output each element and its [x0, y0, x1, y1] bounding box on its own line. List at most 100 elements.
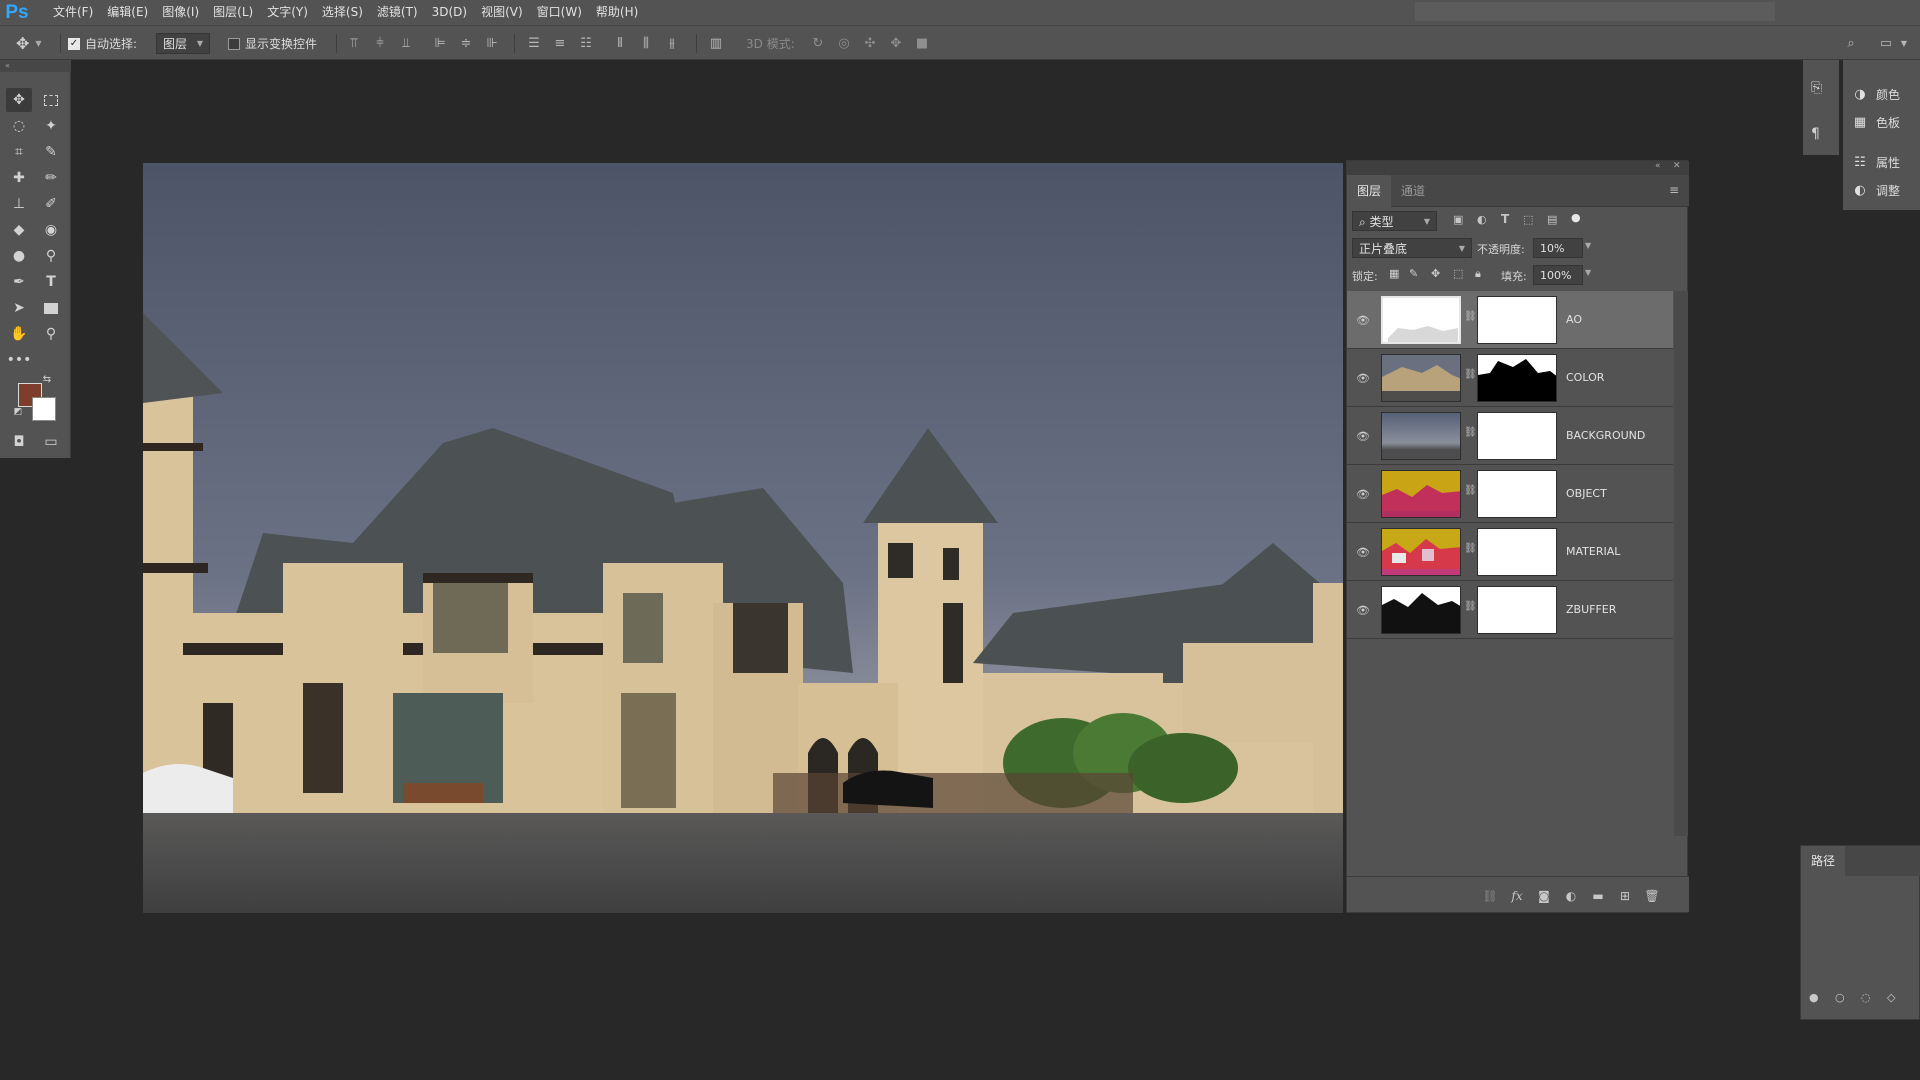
menu-view[interactable]: 视图(V): [474, 0, 530, 25]
rectangle-tool-icon[interactable]: [38, 296, 64, 320]
panel-collapse-bar[interactable]: «: [0, 60, 71, 72]
auto-select-checkbox[interactable]: ✓ 自动选择:: [68, 26, 137, 61]
menu-help[interactable]: 帮助(H): [589, 0, 645, 25]
tab-layers[interactable]: 图层: [1347, 175, 1392, 207]
fill-input[interactable]: 100%: [1533, 265, 1583, 285]
dodge-tool-icon[interactable]: ⚲: [38, 244, 64, 268]
align-vcenter-icon[interactable]: ⫩: [372, 35, 388, 51]
align-right-icon[interactable]: ⊪: [484, 35, 500, 51]
lock-all-icon[interactable]: 🔒︎: [1475, 267, 1481, 281]
layer-row-background[interactable]: 👁︎ ⛓︎ BACKGROUND: [1347, 407, 1673, 465]
lasso-tool-icon[interactable]: ◌: [6, 114, 32, 138]
align-top-icon[interactable]: ⫪: [346, 35, 362, 51]
eyedropper-tool-icon[interactable]: ✎: [38, 140, 64, 164]
fill-path-icon[interactable]: ●: [1809, 991, 1819, 1004]
load-selection-icon[interactable]: ◌: [1861, 991, 1871, 1004]
link-layers-icon[interactable]: ⛓︎: [1481, 887, 1499, 905]
close-icon[interactable]: ✕: [1673, 161, 1681, 171]
document-canvas[interactable]: [143, 163, 1343, 913]
chevron-down-icon[interactable]: ▼: [1585, 268, 1591, 277]
collapse-icon[interactable]: «: [1655, 161, 1661, 171]
lock-pixels-icon[interactable]: ✎: [1409, 267, 1418, 280]
lock-artboard-icon[interactable]: ⬚: [1453, 267, 1463, 280]
pan-3d-icon[interactable]: ✣: [862, 35, 878, 51]
chevron-down-icon[interactable]: ▼: [1896, 35, 1912, 51]
slide-3d-icon[interactable]: ✥: [888, 35, 904, 51]
adjustment-layer-icon[interactable]: ◐: [1562, 887, 1580, 905]
type-tool-icon[interactable]: T: [38, 270, 64, 294]
eye-icon[interactable]: 👁︎: [1354, 369, 1372, 387]
clone-stamp-tool-icon[interactable]: ⊥: [6, 192, 32, 216]
filter-kind-dropdown[interactable]: ⌕ 类型 ▼: [1352, 211, 1437, 231]
distribute-left-icon[interactable]: ⫴: [612, 35, 628, 51]
menu-edit[interactable]: 编辑(E): [100, 0, 155, 25]
auto-select-target-dropdown[interactable]: 图层 ▼: [156, 26, 210, 61]
lock-position-icon[interactable]: ✥: [1431, 267, 1440, 280]
link-icon[interactable]: ⛓︎: [1464, 311, 1477, 329]
path-selection-tool-icon[interactable]: ➤: [6, 296, 32, 320]
link-icon[interactable]: ⛓︎: [1464, 369, 1477, 387]
brush-tool-icon[interactable]: ✏: [38, 166, 64, 190]
distribute-right-icon[interactable]: ⫵: [664, 35, 680, 51]
pen-tool-icon[interactable]: ✒: [6, 270, 32, 294]
opacity-input[interactable]: 10%: [1533, 238, 1583, 258]
paint-bucket-tool-icon[interactable]: ◉: [38, 218, 64, 242]
dock-swatches-button[interactable]: ▦ 色板: [1849, 108, 1900, 136]
more-tools-icon[interactable]: •••: [6, 348, 32, 372]
adjustment-filter-icon[interactable]: ◐: [1477, 213, 1487, 226]
dock-properties-button[interactable]: ☷ 属性: [1849, 148, 1900, 176]
workspace-icon[interactable]: ▭: [1878, 35, 1894, 51]
move-tool-icon[interactable]: ✥: [6, 88, 32, 112]
menu-filter[interactable]: 滤镜(T): [370, 0, 425, 25]
dock-adjustments-button[interactable]: ◐ 调整: [1849, 176, 1900, 204]
search-icon[interactable]: ⌕: [1843, 35, 1859, 51]
menu-select[interactable]: 选择(S): [315, 0, 370, 25]
link-icon[interactable]: ⛓︎: [1464, 485, 1477, 503]
swap-colors-icon[interactable]: ⇆: [40, 372, 54, 386]
eye-icon[interactable]: 👁︎: [1354, 427, 1372, 445]
align-left-icon[interactable]: ⊫: [432, 35, 448, 51]
eye-icon[interactable]: 👁︎: [1354, 311, 1372, 329]
eraser-tool-icon[interactable]: ◆: [6, 218, 32, 242]
healing-brush-tool-icon[interactable]: ✚: [6, 166, 32, 190]
new-layer-icon[interactable]: ⊞: [1616, 887, 1634, 905]
layer-row-material[interactable]: 👁︎ ⛓︎ MATERIAL: [1347, 523, 1673, 581]
menu-file[interactable]: 文件(F): [46, 0, 100, 25]
screen-mode-icon[interactable]: ▭: [38, 430, 64, 454]
magic-wand-tool-icon[interactable]: ✦: [38, 114, 64, 138]
chevron-down-icon[interactable]: ▼: [1585, 241, 1591, 250]
smart-object-filter-icon[interactable]: ▤: [1547, 213, 1557, 226]
menu-window[interactable]: 窗口(W): [530, 0, 589, 25]
align-hcenter-icon[interactable]: ≑: [458, 35, 474, 51]
distribute-bottom-icon[interactable]: ☷: [578, 35, 594, 51]
rotate-3d-icon[interactable]: ↻: [810, 35, 826, 51]
move-tool-preset[interactable]: ✥ ▼: [16, 26, 42, 61]
stroke-path-icon[interactable]: ○: [1835, 991, 1845, 1004]
tab-paths[interactable]: 路径: [1801, 846, 1846, 876]
blur-tool-icon[interactable]: ●: [6, 244, 32, 268]
roll-3d-icon[interactable]: ◎: [836, 35, 852, 51]
folder-icon[interactable]: ▬: [1589, 887, 1607, 905]
camera-3d-icon[interactable]: ■: [914, 35, 930, 51]
default-colors-icon[interactable]: ◩: [12, 406, 24, 418]
background-color-swatch[interactable]: [32, 397, 56, 421]
distribute-vcenter-icon[interactable]: ≡: [552, 35, 568, 51]
layer-row-zbuffer[interactable]: 👁︎ ⛓︎ ZBUFFER: [1347, 581, 1673, 639]
link-icon[interactable]: ⛓︎: [1464, 601, 1477, 619]
trash-icon[interactable]: 🗑︎: [1643, 887, 1661, 905]
distribute-hcenter-icon[interactable]: ⫼: [638, 35, 654, 51]
layer-row-color[interactable]: 👁︎ ⛓︎ COLOR: [1347, 349, 1673, 407]
make-work-path-icon[interactable]: ◇: [1887, 991, 1895, 1004]
hand-tool-icon[interactable]: ✋: [6, 322, 32, 346]
layer-row-object[interactable]: 👁︎ ⛓︎ OBJECT: [1347, 465, 1673, 523]
eye-icon[interactable]: 👁︎: [1354, 543, 1372, 561]
character-icon[interactable]: ¶: [1811, 126, 1820, 142]
shape-filter-icon[interactable]: ⬚: [1523, 213, 1533, 226]
eye-icon[interactable]: 👁︎: [1354, 601, 1372, 619]
menu-image[interactable]: 图像(I): [155, 0, 206, 25]
history-icon[interactable]: ⎘: [1811, 80, 1822, 96]
lock-transparent-icon[interactable]: ▦: [1389, 267, 1399, 280]
quick-mask-icon[interactable]: ◘: [6, 430, 32, 454]
type-filter-icon[interactable]: T: [1501, 212, 1509, 226]
link-icon[interactable]: ⛓︎: [1464, 543, 1477, 561]
